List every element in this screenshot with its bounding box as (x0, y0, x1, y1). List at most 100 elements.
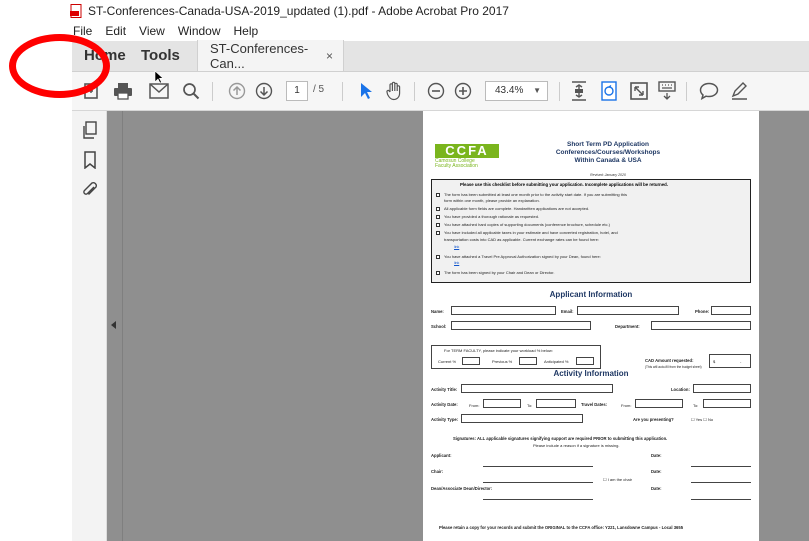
location-field[interactable] (693, 384, 751, 393)
zoom-in-icon[interactable] (452, 80, 474, 102)
zoom-value: 43.4% (495, 85, 524, 96)
chair-sig-line[interactable] (483, 482, 593, 483)
checklist-item[interactable]: The form has been signed by your Chair a… (436, 270, 555, 275)
panel-collapse-handle[interactable] (107, 111, 123, 541)
presenting-label: Are you presenting? (633, 417, 674, 422)
activity-date-label: Activity Date: (431, 402, 458, 407)
window-title: ST-Conferences-Canada-USA-2019_updated (… (88, 3, 509, 18)
page-down-icon[interactable] (253, 80, 275, 102)
activity-type-field[interactable] (461, 414, 583, 423)
checklist-item[interactable]: All applicable form fields are complete.… (436, 206, 589, 211)
travel-approval-link[interactable]: link (454, 261, 459, 265)
anticipated-label: Anticipated % (544, 359, 569, 364)
phone-field[interactable] (711, 306, 751, 315)
term-faculty-box: For TERM FACULTY, please indicate your w… (431, 345, 601, 369)
applicant-date-line[interactable] (691, 466, 751, 467)
separator (559, 82, 560, 101)
department-field[interactable] (651, 321, 751, 330)
search-icon[interactable] (180, 80, 202, 102)
current-percent-field[interactable] (462, 357, 480, 365)
page-up-icon[interactable] (226, 80, 248, 102)
page-number-input[interactable]: 1 (286, 81, 308, 101)
location-label: Location: (671, 387, 690, 392)
dean-date-line[interactable] (691, 499, 751, 500)
mouse-cursor-icon (154, 70, 164, 89)
bookmark-icon[interactable] (81, 151, 99, 170)
select-arrow-icon[interactable] (355, 80, 377, 102)
document-viewport[interactable]: CCFA Camosun College Faculty Association… (107, 111, 809, 541)
checklist-item[interactable]: You have attached hard copies of support… (436, 222, 610, 227)
tab-tools[interactable]: Tools (127, 40, 197, 71)
applicant-sig-line[interactable] (483, 466, 593, 467)
i-am-chair-checkbox[interactable]: ☐ I am the chair (603, 477, 632, 482)
activity-title-field[interactable] (461, 384, 613, 393)
school-label: School: (431, 324, 447, 329)
header-line2: Conferences/Courses/Workshops (555, 149, 661, 156)
comment-icon[interactable] (698, 80, 720, 102)
separator (686, 82, 687, 101)
pages-icon[interactable] (81, 121, 99, 139)
name-field[interactable] (451, 306, 556, 315)
chair-date-line[interactable] (691, 482, 751, 483)
checklist-item-cont: form within one month, please provide an… (444, 198, 540, 203)
print-icon[interactable] (112, 80, 134, 102)
cad-amount-field: $ - (709, 354, 751, 368)
email-label: Email: (561, 309, 574, 314)
chevron-left-icon (111, 321, 116, 329)
tab-document[interactable]: ST-Conferences-Can... × (197, 40, 344, 71)
presenting-options[interactable]: ☐ Yes ☐ No (691, 417, 713, 422)
zoom-out-icon[interactable] (425, 80, 447, 102)
travel-to-field[interactable] (703, 399, 751, 408)
activity-to-field[interactable] (536, 399, 576, 408)
applicant-date-label: Date: (651, 453, 662, 458)
dean-sig-label: Dean/Associate Dean/Director: (431, 486, 493, 491)
checklist-item[interactable]: You have attached a Travel Pre Approval … (436, 254, 601, 259)
header-line3: Within Canada & USA (574, 157, 642, 164)
activity-from-field[interactable] (483, 399, 521, 408)
dean-sig-line[interactable] (483, 499, 593, 500)
logo-text: CCFA (435, 144, 499, 158)
separator (342, 82, 343, 101)
travel-from-label: From: (621, 403, 632, 408)
checklist-box: Please use this checklist before submitt… (431, 179, 751, 283)
logo-sub2: Faculty Association (435, 163, 478, 169)
keyboard-icon[interactable] (656, 80, 678, 102)
previous-percent-field[interactable] (519, 357, 537, 365)
menu-edit[interactable]: Edit (105, 24, 126, 38)
anticipated-percent-field[interactable] (576, 357, 594, 365)
cad-dollar: $ (713, 359, 716, 364)
phone-label: Phone: (695, 309, 710, 314)
fit-page-icon[interactable] (568, 80, 590, 102)
left-nav-pane (72, 111, 107, 541)
red-annotation-circle (9, 34, 110, 98)
applicant-sig-label: Applicant: (431, 453, 452, 458)
email-field[interactable] (577, 306, 679, 315)
close-icon[interactable]: × (326, 49, 333, 63)
tab-document-label: ST-Conferences-Can... (210, 40, 309, 71)
menu-help[interactable]: Help (234, 24, 259, 38)
from-label: From: (469, 403, 480, 408)
hand-icon[interactable] (383, 80, 405, 102)
sign-icon[interactable] (728, 80, 750, 102)
form-header: Short Term PD Application Conferences/Co… (533, 141, 683, 165)
chair-sig-label: Chair: (431, 469, 444, 474)
checklist-item[interactable]: You have provided a thorough rationale a… (436, 214, 539, 219)
exchange-rate-link[interactable]: link (454, 245, 459, 249)
school-field[interactable] (451, 321, 591, 330)
menu-window[interactable]: Window (178, 24, 221, 38)
current-label: Current % (438, 359, 457, 364)
to-label: To: (527, 403, 533, 408)
menu-view[interactable]: View (139, 24, 165, 38)
checklist-item[interactable]: You have included all applicable taxes i… (436, 230, 618, 235)
travel-from-field[interactable] (635, 399, 683, 408)
previous-label: Previous % (492, 359, 513, 364)
activity-title-label: Activity Title: (431, 387, 458, 392)
checklist-item[interactable]: The form has been submitted at least one… (436, 192, 627, 197)
rotate-icon[interactable] (598, 80, 620, 102)
checklist-item-cont: transportation costs into CAD as applica… (444, 237, 599, 242)
logo-subtitle: Camosun College Faculty Association (435, 159, 478, 169)
fullscreen-icon[interactable] (628, 80, 650, 102)
revised-date: Revised: January 2020 (590, 173, 626, 177)
attachment-icon[interactable] (81, 181, 99, 199)
zoom-select[interactable]: 43.4% ▼ (485, 81, 548, 101)
